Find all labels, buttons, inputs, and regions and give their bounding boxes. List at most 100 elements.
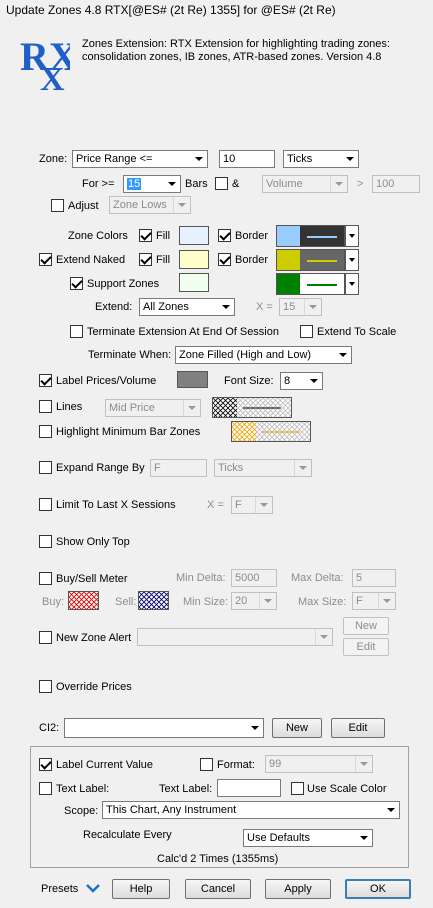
expand-range-checkbox[interactable] <box>39 461 52 474</box>
format-select[interactable]: 99 <box>265 755 373 773</box>
max-size-label: Max Size: <box>298 596 347 608</box>
naked-border-label: Border <box>235 254 269 266</box>
zone-border-checkbox[interactable] <box>218 229 231 242</box>
max-delta-input[interactable]: 5 <box>352 569 396 587</box>
adjust-select[interactable]: Zone Lows <box>109 196 191 214</box>
recalculate-select[interactable]: Use Defaults <box>243 829 373 847</box>
adjust-checkbox[interactable] <box>51 199 64 212</box>
description-line-1: Zones Extension: RTX Extension for highl… <box>82 38 390 50</box>
zone-fill-swatch[interactable] <box>179 226 209 245</box>
presets-label[interactable]: Presets <box>41 882 78 896</box>
extend-select[interactable]: All Zones <box>139 298 235 316</box>
ci2-label: CI2: <box>39 722 60 734</box>
limit-x-select[interactable]: F <box>231 496 273 514</box>
zone-type-select[interactable]: Price Range <= <box>72 150 208 168</box>
lines-style-swatch[interactable] <box>212 397 292 418</box>
volume-value-input[interactable]: 100 <box>372 175 420 193</box>
support-border-dropdown[interactable] <box>345 273 359 295</box>
zone-fill-label: Fill <box>156 230 171 242</box>
format-label: Format: <box>217 759 255 771</box>
label-current-value-checkbox[interactable] <box>39 758 52 771</box>
lines-label: Lines <box>56 401 83 413</box>
zone-value-input[interactable]: 10 <box>219 150 275 168</box>
zone-fill-checkbox[interactable] <box>139 229 152 242</box>
help-button[interactable]: Help <box>112 879 170 899</box>
extend-x-select[interactable]: 15 <box>279 298 322 316</box>
ok-button[interactable]: OK <box>345 879 411 899</box>
zone-border-dropdown[interactable] <box>345 225 359 247</box>
alert-select[interactable] <box>137 628 333 646</box>
min-size-select[interactable]: 20 <box>231 592 277 610</box>
show-only-top-checkbox[interactable] <box>39 535 52 548</box>
sell-label: Sell: <box>115 596 137 608</box>
support-fill-swatch[interactable] <box>179 273 209 292</box>
use-scale-color-label: Use Scale Color <box>307 783 387 795</box>
text-label-input[interactable] <box>217 779 281 797</box>
naked-fill-swatch[interactable] <box>179 250 209 269</box>
extend-naked-checkbox[interactable] <box>39 253 52 266</box>
and-label: & <box>232 178 240 190</box>
zone-border-label: Border <box>235 230 269 242</box>
min-delta-input[interactable]: 5000 <box>231 569 277 587</box>
buy-color-swatch[interactable] <box>68 591 99 610</box>
label-color-swatch[interactable] <box>177 371 208 388</box>
support-zones-checkbox[interactable] <box>70 277 83 290</box>
rtx-logo: RX X <box>18 32 78 98</box>
terminate-when-select[interactable]: Zone Filled (High and Low) <box>175 346 352 364</box>
extend-x-label: X = <box>256 301 273 313</box>
scope-label: Scope: <box>64 805 99 817</box>
ci2-edit-button[interactable]: Edit <box>331 718 385 738</box>
zone-border-swatch[interactable] <box>276 225 345 247</box>
window-title: Update Zones 4.8 RTX[@ES# (2t Re) 1355] … <box>6 3 336 17</box>
buy-sell-meter-checkbox[interactable] <box>39 572 52 585</box>
text-label-label: Text Label: <box>159 783 213 795</box>
extend-naked-label: Extend Naked <box>56 254 126 266</box>
expand-range-input[interactable]: F <box>150 459 207 477</box>
terminate-when-label: Terminate When: <box>88 349 172 361</box>
ci2-select[interactable] <box>64 718 264 738</box>
naked-border-swatch[interactable] <box>276 249 345 271</box>
cancel-button[interactable]: Cancel <box>185 879 251 899</box>
font-size-select[interactable]: 8 <box>280 372 323 390</box>
ci2-new-button[interactable]: New <box>272 718 322 738</box>
expand-unit-select[interactable]: Ticks <box>214 459 312 477</box>
chevron-down-icon[interactable] <box>86 883 100 898</box>
and-type-select[interactable]: Volume <box>262 175 348 193</box>
sell-color-swatch[interactable] <box>138 591 169 610</box>
zone-colors-label: Zone Colors <box>68 230 128 242</box>
naked-border-checkbox[interactable] <box>218 253 231 266</box>
terminate-extension-label: Terminate Extension At End Of Session <box>87 326 279 338</box>
lines-checkbox[interactable] <box>39 400 52 413</box>
terminate-extension-checkbox[interactable] <box>70 325 83 338</box>
override-prices-checkbox[interactable] <box>39 680 52 693</box>
support-zones-label: Support Zones <box>87 278 160 290</box>
limit-sessions-label: Limit To Last X Sessions <box>56 499 176 511</box>
alert-new-button[interactable]: New <box>343 617 389 635</box>
naked-fill-checkbox[interactable] <box>139 253 152 266</box>
show-only-top-label: Show Only Top <box>56 536 130 548</box>
and-checkbox[interactable] <box>215 177 228 190</box>
bars-select[interactable]: 15 <box>123 175 181 193</box>
limit-sessions-checkbox[interactable] <box>39 498 52 511</box>
extend-scale-checkbox[interactable] <box>300 325 313 338</box>
text-label-checkbox[interactable] <box>39 782 52 795</box>
support-border-swatch[interactable] <box>276 273 345 295</box>
buy-sell-meter-label: Buy/Sell Meter <box>56 573 128 585</box>
font-size-label: Font Size: <box>224 375 274 387</box>
scope-select[interactable]: This Chart, Any Instrument <box>102 801 400 819</box>
use-scale-color-checkbox[interactable] <box>291 782 304 795</box>
max-size-select[interactable]: F <box>352 592 396 610</box>
apply-button[interactable]: Apply <box>265 879 331 899</box>
alert-edit-button[interactable]: Edit <box>343 638 389 656</box>
lines-select[interactable]: Mid Price <box>105 399 201 417</box>
naked-border-dropdown[interactable] <box>345 249 359 271</box>
for-label: For >= <box>82 178 115 190</box>
format-checkbox[interactable] <box>200 758 213 771</box>
highlight-style-swatch[interactable] <box>231 421 311 442</box>
label-prices-checkbox[interactable] <box>39 374 52 387</box>
new-zone-alert-checkbox[interactable] <box>39 631 52 644</box>
zone-unit-select[interactable]: Ticks <box>283 150 359 168</box>
extend-scale-label: Extend To Scale <box>317 326 397 338</box>
highlight-label: Highlight Minimum Bar Zones <box>56 426 201 438</box>
highlight-checkbox[interactable] <box>39 425 52 438</box>
